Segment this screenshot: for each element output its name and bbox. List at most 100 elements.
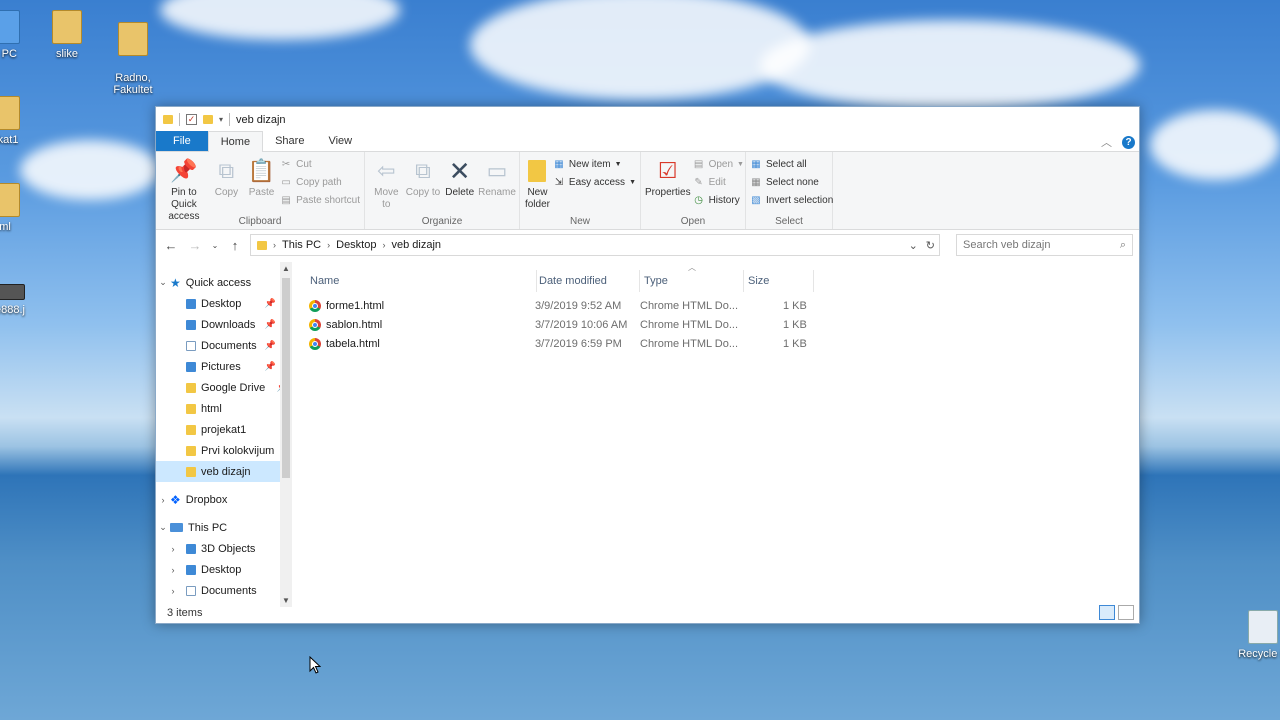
select-none-icon: ▦ (751, 177, 761, 188)
ribbon-tabs: File Home Share View ︿ ? (156, 131, 1139, 152)
nav-item-quick-access[interactable]: ⌄ ★ Quick access (156, 272, 292, 293)
desktop-icon-html[interactable]: ml (0, 183, 40, 233)
properties-quick-icon[interactable]: ✓ (186, 114, 197, 125)
column-header-date-modified[interactable]: Date modified (535, 270, 640, 292)
nav-item-veb-dizajn[interactable]: veb dizajn (156, 461, 280, 482)
scissors-icon: ✂ (281, 159, 291, 170)
details-view-icon[interactable] (1099, 605, 1115, 620)
nav-label: Pictures (201, 360, 241, 373)
new-folder-label: New folder (524, 187, 550, 210)
recent-locations-icon[interactable]: ⌄ (210, 241, 220, 250)
tab-home[interactable]: Home (207, 131, 264, 152)
search-input[interactable]: Search veb dizajn ⌕ (956, 234, 1133, 256)
cut-button[interactable]: ✂ Cut (280, 157, 360, 172)
desktop-icon-slike[interactable]: slike (32, 10, 102, 60)
nav-item-projekat1[interactable]: projekat1 (156, 419, 292, 440)
nav-item-pc-desktop[interactable]: › Desktop (156, 559, 292, 580)
folder-icon (257, 240, 267, 250)
nav-item-pictures[interactable]: Pictures 📌 (156, 356, 292, 377)
invert-selection-button[interactable]: ▧ Invert selection (750, 193, 833, 208)
column-header-type[interactable]: Type (640, 270, 744, 292)
refresh-icon[interactable]: ↻ (926, 239, 935, 252)
breadcrumb-desktop[interactable]: Desktop (336, 239, 376, 251)
scroll-thumb[interactable] (282, 278, 290, 478)
nav-item-documents[interactable]: Documents 📌 (156, 335, 292, 356)
column-header-name[interactable]: Name (306, 270, 537, 292)
chevron-down-icon: ⌄ (159, 277, 167, 287)
nav-label: html (201, 402, 222, 415)
chrome-icon (309, 319, 321, 331)
large-icons-view-icon[interactable] (1118, 605, 1134, 620)
desktop-icon-label: slike (55, 48, 78, 60)
address-bar[interactable]: › This PC › Desktop › veb dizajn ⌄ ↻ (250, 234, 940, 256)
select-none-button[interactable]: ▦ Select none (750, 175, 833, 190)
copy-path-button[interactable]: ▭ Copy path (280, 175, 360, 190)
desktop-icon-recycle-bin[interactable]: Recycle B (1228, 610, 1280, 660)
file-type: Chrome HTML Do... (640, 319, 739, 331)
history-button[interactable]: ◷ History (693, 193, 744, 208)
easy-access-button[interactable]: ⇲ Easy access ▼ (553, 175, 636, 190)
scroll-up-icon[interactable]: ▲ (280, 264, 292, 273)
back-arrow-icon[interactable]: ← (162, 238, 180, 253)
search-placeholder: Search veb dizajn (963, 239, 1051, 251)
ribbon-group-open: ☑ Properties ▤ Open ▼ ✎ Edit ◷ History Open (641, 152, 746, 229)
history-icon: ◷ (694, 195, 703, 206)
nav-item-downloads[interactable]: Downloads 📌 (156, 314, 292, 335)
nav-item-desktop[interactable]: Desktop 📌 (156, 293, 292, 314)
desktop-icon-radno-fakultet[interactable]: Radno, Fakultet (98, 10, 168, 108)
collapse-ribbon-icon[interactable]: ︿ (1101, 134, 1112, 150)
edit-button[interactable]: ✎ Edit (693, 175, 744, 190)
group-label-new: New (569, 216, 590, 227)
delete-x-icon: ✕ (448, 156, 471, 186)
file-name: tabela.html (326, 338, 380, 350)
help-icon[interactable]: ? (1122, 135, 1135, 149)
nav-item-this-pc[interactable]: ⌄ This PC (156, 517, 292, 538)
nav-item-pc-documents[interactable]: › Documents (156, 580, 292, 601)
customize-qat-icon[interactable]: ▾ (219, 115, 223, 124)
desktop-icon-label: Recycle B (1238, 648, 1280, 660)
tab-file[interactable]: File (156, 131, 208, 151)
paste-shortcut-button[interactable]: ▤ Paste shortcut (280, 193, 360, 208)
chevron-right-icon: › (171, 564, 175, 575)
copy-path-label: Copy path (296, 177, 342, 188)
nav-label: Documents (201, 584, 257, 597)
forward-arrow-icon[interactable]: → (186, 238, 204, 253)
desktop-folder-icon (186, 298, 196, 309)
table-row[interactable]: tabela.html 3/7/2019 6:59 PM Chrome HTML… (293, 335, 813, 354)
table-row[interactable]: forme1.html 3/9/2019 9:52 AM Chrome HTML… (293, 297, 813, 316)
divider (179, 113, 180, 126)
nav-item-html[interactable]: html (156, 398, 292, 419)
edit-label: Edit (708, 177, 726, 188)
desktop-icon-projekat1[interactable]: ekat1 (0, 96, 40, 146)
table-row[interactable]: sablon.html 3/7/2019 10:06 AM Chrome HTM… (293, 316, 813, 335)
delete-label: Delete (445, 187, 475, 198)
history-label: History (708, 195, 740, 206)
tab-share[interactable]: Share (263, 131, 316, 151)
desktop-icon-label: ekat1 (0, 134, 19, 146)
column-header-size[interactable]: Size (744, 270, 814, 292)
nav-scrollbar[interactable]: ▲ ▼ (280, 262, 292, 607)
select-all-icon: ▦ (751, 159, 761, 170)
chrome-icon (309, 300, 321, 312)
open-button[interactable]: ▤ Open ▼ (693, 157, 744, 172)
chevron-down-icon[interactable]: ⌄ (909, 239, 918, 252)
nav-item-google-drive[interactable]: Google Drive📌 (156, 377, 292, 398)
breadcrumb-veb-dizajn[interactable]: veb dizajn (391, 239, 441, 251)
nav-item-3d-objects[interactable]: › 3D Objects (156, 538, 292, 559)
up-arrow-icon[interactable]: ↑ (226, 238, 244, 253)
nav-item-dropbox[interactable]: › ❖ Dropbox (156, 489, 292, 510)
folder-icon (186, 403, 196, 414)
new-item-button[interactable]: ▦ New item ▼ (553, 157, 636, 172)
new-folder-quick-icon[interactable] (203, 115, 213, 124)
nav-item-prvi-kolokvijum[interactable]: Prvi kolokvijum (156, 440, 292, 461)
new-folder-icon (524, 158, 550, 184)
select-all-label: Select all (766, 159, 807, 170)
tab-view[interactable]: View (316, 131, 364, 151)
breadcrumb-this-pc[interactable]: This PC (282, 239, 321, 251)
paste-shortcut-label: Paste shortcut (296, 195, 361, 206)
window-title: veb dizajn (236, 113, 286, 126)
item-count: 3 items (167, 607, 203, 619)
desktop-icon-file[interactable]: e888.j (0, 284, 45, 316)
open-label: Open (708, 159, 734, 170)
select-all-button[interactable]: ▦ Select all (750, 157, 833, 172)
